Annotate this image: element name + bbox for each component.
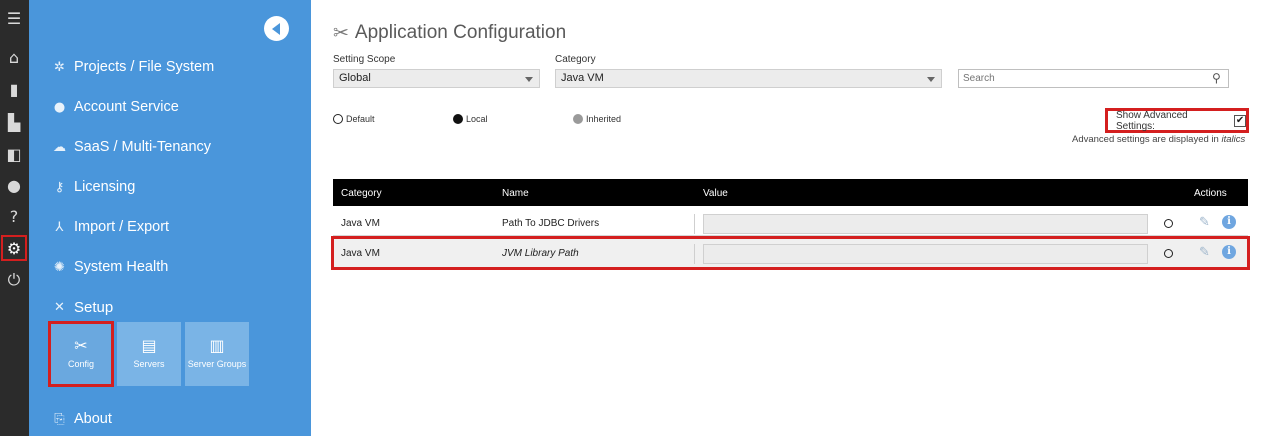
sidebar-item-label: Projects / File System [74, 59, 215, 75]
category-select[interactable]: Java VM [555, 69, 942, 88]
sidebar-item-label: Licensing [74, 179, 136, 195]
legend-local: Local [453, 114, 488, 124]
help-icon[interactable]: ? [4, 206, 24, 226]
sidebar-item-label: Import / Export [74, 219, 170, 235]
category-value: Java VM [561, 72, 604, 84]
config-icon: ✂ [333, 22, 349, 44]
info-icon[interactable]: i [1222, 215, 1236, 229]
sidebar-item-label: About [74, 411, 112, 427]
book-icon[interactable]: ◧ [4, 144, 24, 164]
tile-label: Server Groups [187, 359, 247, 369]
chevron-down-icon [525, 77, 533, 82]
edit-icon[interactable]: ✎ [1199, 215, 1210, 230]
show-advanced-checkbox[interactable]: ✔ [1234, 114, 1246, 127]
sidebar-item-label: Setup [74, 298, 114, 316]
gear-icon[interactable]: ⚙ [1, 235, 27, 261]
legend-label: Local [466, 114, 488, 124]
sidebar-item-label: SaaS / Multi-Tenancy [74, 139, 212, 155]
column-divider [694, 214, 695, 234]
legend-default: Default [333, 114, 375, 124]
advanced-note-italic: italics [1221, 134, 1246, 145]
search-icon[interactable]: ⚲ [1212, 71, 1221, 85]
row-name: Path To JDBC Drivers [502, 218, 600, 229]
legend-label: Default [346, 114, 375, 124]
page-title: ✂ Application Configuration [333, 22, 566, 44]
account-icon: ● [53, 99, 66, 115]
setting-scope-value: Global [339, 72, 371, 84]
sidebar-item-setup[interactable]: ✕ Setup [51, 296, 113, 318]
search-input[interactable] [958, 69, 1229, 88]
key-icon: ⚷ [54, 179, 65, 195]
briefcase-icon[interactable]: ▮ [4, 79, 24, 99]
page-title-text: Application Configuration [354, 22, 567, 43]
tile-label: Servers [133, 359, 165, 369]
menu-icon[interactable]: ☰ [4, 8, 24, 28]
value-field[interactable] [703, 214, 1148, 234]
config-icon: ✂ [74, 336, 88, 355]
main-content: ✂ Application Configuration Setting Scop… [311, 0, 1266, 436]
chevron-down-icon [927, 77, 935, 82]
scope-radio[interactable] [1164, 219, 1173, 228]
show-advanced-settings[interactable]: Show Advanced Settings: ✔ [1105, 108, 1249, 133]
show-advanced-label: Show Advanced Settings: [1116, 109, 1188, 132]
sidebar-item-system-health[interactable]: ✺ System Health [51, 256, 168, 278]
default-dot-icon [333, 114, 343, 124]
user-icon[interactable]: ● [4, 175, 24, 195]
tile-label: Config [67, 359, 94, 369]
advanced-note-text: Advanced settings are displayed in [1072, 134, 1222, 145]
legend-label: Inherited [586, 114, 622, 124]
about-icon: ⎘ [54, 411, 65, 427]
server-groups-icon: ▥ [209, 336, 225, 355]
table-header: Category Name Value Actions [333, 179, 1248, 206]
power-icon[interactable]: ⏻ [4, 270, 24, 290]
tile-servers[interactable]: ▤ Servers [117, 322, 181, 386]
advanced-note: Advanced settings are displayed in itali… [1072, 134, 1245, 145]
table-row: Java VM Path To JDBC Drivers ✎ i [333, 208, 1248, 237]
icon-rail: ☰ ⌂ ▮ ▙ ◧ ● ? ⚙ ⏻ [0, 0, 29, 436]
column-header-category[interactable]: Category [341, 188, 382, 199]
import-export-icon: ⅄ [55, 219, 64, 235]
sidebar-item-label: System Health [74, 259, 169, 275]
legend-inherited: Inherited [573, 114, 621, 124]
sidebar-item-label: Account Service [74, 99, 179, 115]
highlight-box [331, 236, 1250, 270]
home-icon[interactable]: ⌂ [4, 47, 24, 67]
cloud-icon: ☁ [53, 139, 66, 155]
sidebar-item-projects[interactable]: ✲ Projects / File System [51, 56, 214, 78]
column-header-actions: Actions [1194, 188, 1227, 199]
sidebar-item-about[interactable]: ⎘ About [51, 408, 112, 430]
note-icon[interactable]: ▙ [4, 112, 24, 132]
row-category: Java VM [341, 218, 380, 229]
tile-config[interactable]: ✂ Config [48, 321, 114, 387]
sidebar-item-import-export[interactable]: ⅄ Import / Export [51, 216, 170, 238]
sidebar-item-saas[interactable]: ☁ SaaS / Multi-Tenancy [51, 136, 211, 158]
health-icon: ✺ [54, 259, 65, 275]
local-dot-icon [453, 114, 463, 124]
servers-icon: ▤ [141, 336, 157, 355]
collapse-sidebar-button[interactable] [264, 16, 289, 41]
setting-scope-select[interactable]: Global [333, 69, 540, 88]
sidebar: ✲ Projects / File System ● Account Servi… [29, 0, 311, 436]
inherited-dot-icon [573, 114, 583, 124]
project-icon: ✲ [54, 59, 65, 75]
category-label: Category [555, 54, 596, 65]
column-header-name[interactable]: Name [502, 188, 529, 199]
setting-scope-label: Setting Scope [333, 54, 396, 65]
sidebar-item-licensing[interactable]: ⚷ Licensing [51, 176, 136, 198]
sidebar-item-account-service[interactable]: ● Account Service [51, 96, 179, 118]
tile-server-groups[interactable]: ▥ Server Groups [185, 322, 249, 386]
tools-icon: ✕ [54, 299, 65, 315]
column-header-value[interactable]: Value [703, 188, 728, 199]
